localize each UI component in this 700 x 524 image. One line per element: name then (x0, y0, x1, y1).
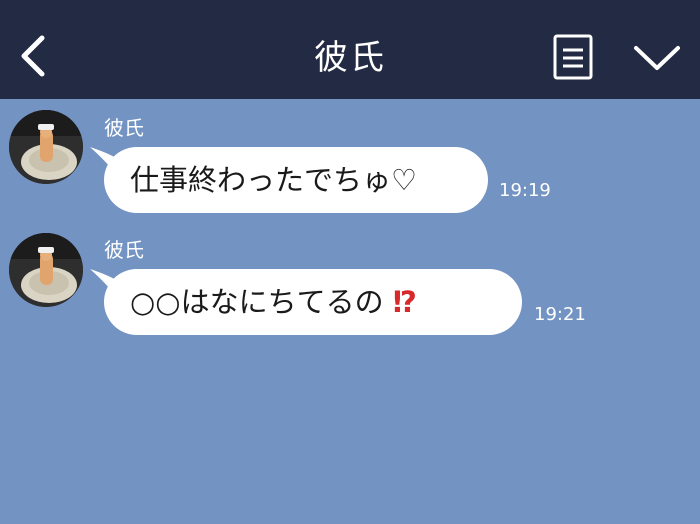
sender-name: 彼氏 (104, 116, 144, 140)
message-bubble[interactable]: ○○はなにちてるの ⁉ (104, 269, 522, 335)
message-time: 19:21 (534, 304, 586, 325)
message-bubble[interactable]: 仕事終わったでちゅ♡ (104, 147, 488, 213)
more-options-button[interactable] (632, 42, 682, 74)
avatar[interactable] (9, 110, 83, 184)
message-text: 仕事終わったでちゅ♡ (130, 163, 417, 197)
sender-name: 彼氏 (104, 238, 144, 262)
chat-header: 彼氏 (0, 0, 700, 99)
document-menu-icon (553, 34, 593, 80)
menu-button[interactable] (552, 33, 594, 81)
avatar-image (9, 233, 83, 307)
exclamation-question-emoji: ⁉ (392, 285, 417, 319)
message-time: 19:19 (499, 180, 551, 201)
chat-title: 彼氏 (314, 38, 386, 78)
chat-area: 彼氏 仕事終わったでちゅ♡ 19:19 彼氏 ○○はなにちてるの ⁉ 19:21 (0, 99, 700, 524)
chevron-down-icon (634, 46, 680, 70)
message-text: ○○はなにちてるの (130, 285, 384, 319)
avatar[interactable] (9, 233, 83, 307)
avatar-image (9, 110, 83, 184)
